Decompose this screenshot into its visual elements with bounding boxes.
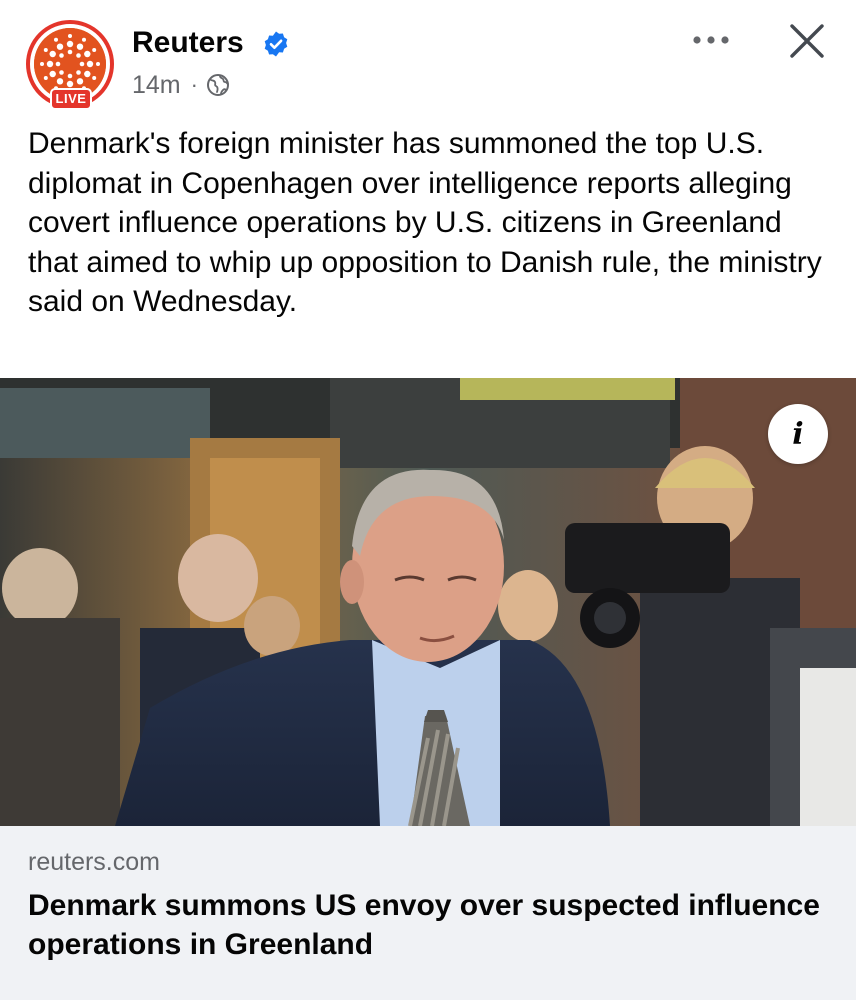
live-badge: LIVE	[50, 88, 92, 110]
verified-badge-icon	[264, 31, 288, 57]
post-body-text: Denmark's foreign minister has summoned …	[28, 127, 822, 318]
post-timestamp[interactable]: 14m	[132, 71, 181, 100]
avatar[interactable]: LIVE	[26, 20, 114, 110]
image-info-button[interactable]: i	[768, 404, 828, 464]
link-headline[interactable]: Denmark summons US envoy over suspected …	[28, 886, 828, 964]
post-header: LIVE Reuters 14m ·	[0, 0, 856, 120]
link-preview-card[interactable]: reuters.com Denmark summons US envoy ove…	[0, 826, 856, 1000]
globe-icon	[206, 74, 229, 96]
more-options-button[interactable]	[686, 20, 736, 60]
close-button[interactable]	[782, 16, 832, 66]
meta-separator: ·	[190, 72, 198, 97]
post-photo[interactable]	[0, 378, 856, 826]
link-domain: reuters.com	[28, 848, 160, 876]
post-meta: 14m ·	[132, 70, 230, 100]
info-icon: i	[792, 416, 804, 452]
more-horizontal-icon	[693, 36, 729, 44]
page-name[interactable]: Reuters	[132, 26, 244, 60]
close-icon	[790, 24, 824, 58]
